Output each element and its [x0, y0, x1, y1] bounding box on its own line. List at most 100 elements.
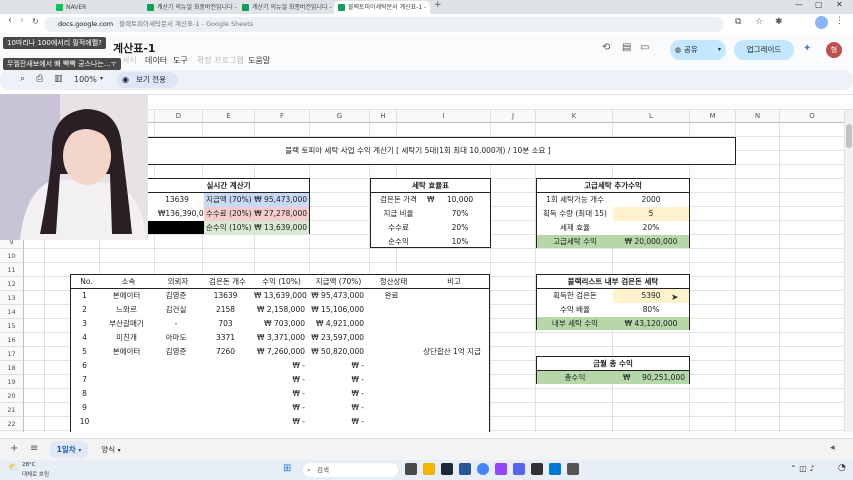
row-header[interactable]: 11 — [0, 263, 24, 277]
row-header[interactable]: 16 — [0, 333, 24, 347]
new-tab-button[interactable]: + — [434, 0, 442, 10]
share-label: 공유 — [684, 45, 698, 54]
scrollbar-thumb[interactable] — [846, 124, 852, 148]
realtime-count[interactable]: 13639 — [148, 193, 206, 207]
log-cell — [155, 359, 197, 373]
column-header[interactable]: J — [491, 110, 536, 123]
browser-tab[interactable]: NAVER — [52, 1, 142, 14]
gemini-icon[interactable]: ✦ — [803, 43, 811, 54]
chat-text: 무찔잔새보에서 빠 빡빡 궁스나는...ㅜ — [7, 60, 117, 68]
grid-vline — [490, 123, 491, 432]
discord-icon[interactable] — [513, 463, 525, 475]
document-title[interactable]: 계산표-1 — [113, 40, 156, 56]
browser-tab[interactable]: 계산기 의뉴얼 최종버전입니다 - — [238, 1, 332, 14]
column-header[interactable]: G — [310, 110, 370, 123]
row-header[interactable]: 23 — [0, 431, 24, 432]
row-header[interactable]: 12 — [0, 277, 24, 291]
paint-format-icon[interactable]: ▥ — [54, 74, 63, 84]
start-icon[interactable]: ⊞ — [283, 463, 291, 474]
menu-extensions[interactable]: 확장 프로그램 — [197, 55, 244, 66]
bookmark-star-icon[interactable]: ☆ — [755, 17, 763, 27]
search-menus-icon[interactable]: ⌕ — [20, 74, 25, 84]
menu-data[interactable]: 데이터 — [145, 55, 167, 66]
minimize-button[interactable]: — — [795, 0, 803, 9]
notification-icon[interactable]: ◔ — [838, 463, 846, 473]
browser-tab[interactable]: 계산기 의뉴얼 최종버전입니다 - — [143, 1, 237, 14]
weather-temp[interactable]: 28°C — [22, 462, 36, 468]
task-view-icon[interactable] — [405, 463, 417, 475]
edge-icon[interactable] — [549, 463, 561, 475]
forward-icon[interactable]: › — [20, 15, 24, 26]
maximize-button[interactable]: ▢ — [815, 0, 823, 9]
obs-icon[interactable] — [531, 463, 543, 475]
taskbar-search[interactable]: ⌕ 검색 — [303, 463, 398, 477]
print-icon[interactable]: ⎙ — [36, 74, 43, 84]
upgrade-button[interactable]: 업그레이드 — [734, 40, 794, 60]
column-header[interactable]: N — [736, 110, 780, 123]
address-bar[interactable]: docs.google.com 블랙토피아세탁문서 계산표-1 - Google… — [44, 17, 724, 32]
log-cell: 김건실 — [165, 305, 187, 314]
log-cell — [368, 415, 415, 429]
browser-tab-active[interactable]: 블랙토피아세탁문서 계산표-1 - — [334, 1, 430, 14]
net-value: ₩ 13,639,000 — [254, 223, 307, 232]
zoom-select[interactable]: 100% — [74, 75, 97, 84]
profile-avatar[interactable] — [815, 16, 828, 29]
efficiency-value: 10,000 — [446, 195, 474, 204]
view-only-chip[interactable]: ◉ 보기 전용 — [116, 72, 178, 88]
meet-icon[interactable]: ▭ — [640, 42, 649, 53]
log-cell: 13639 — [213, 291, 238, 300]
close-window-button[interactable]: ✕ — [836, 0, 843, 9]
log-cell: ₩ 50,820,000 — [311, 347, 364, 356]
row-header[interactable]: 15 — [0, 319, 24, 333]
add-sheet-icon[interactable]: + — [10, 443, 18, 454]
puzzle-icon[interactable]: ✱ — [775, 17, 783, 27]
realtime-total: ₩136,390,00 — [158, 209, 206, 218]
menu-format[interactable]: 서식 — [122, 55, 137, 66]
share-button[interactable]: ◍ 공유 ▾ — [670, 40, 726, 60]
browser-menu-icon[interactable]: ⋮ — [835, 16, 844, 26]
row-header[interactable]: 14 — [0, 305, 24, 319]
row-header[interactable]: 21 — [0, 403, 24, 417]
log-header-cell: 정산상태 — [368, 275, 419, 289]
explore-icon[interactable]: ◂ — [830, 443, 835, 453]
back-icon[interactable]: ‹ — [8, 15, 12, 26]
vertical-scrollbar[interactable] — [845, 110, 853, 432]
column-header[interactable]: M — [690, 110, 736, 123]
log-header-cell: No. — [71, 275, 102, 289]
search-label: 검색 — [317, 466, 329, 474]
row-header[interactable]: 18 — [0, 361, 24, 375]
all-sheets-icon[interactable]: ≡ — [30, 443, 38, 454]
extensions-icon[interactable]: ⧉ — [735, 17, 741, 27]
row-header[interactable]: 20 — [0, 389, 24, 403]
twitch-icon[interactable] — [495, 463, 507, 475]
menu-tools[interactable]: 도구 — [173, 55, 188, 66]
steam-icon[interactable] — [441, 463, 453, 475]
row-header[interactable]: 17 — [0, 347, 24, 361]
history-icon[interactable]: ⟲ — [602, 42, 610, 53]
row-header[interactable]: 22 — [0, 417, 24, 431]
column-header[interactable]: E — [203, 110, 255, 123]
row-header[interactable]: 19 — [0, 375, 24, 389]
advanced-value[interactable]: 5 — [613, 207, 689, 221]
account-avatar[interactable]: 형 — [826, 42, 842, 58]
column-header[interactable]: K — [536, 110, 613, 123]
column-header[interactable]: O — [780, 110, 845, 123]
column-header[interactable]: I — [397, 110, 491, 123]
sheet-tab[interactable]: 양식 ▾ — [95, 441, 127, 458]
row-header[interactable]: 13 — [0, 291, 24, 305]
column-header[interactable]: L — [613, 110, 690, 123]
chrome-icon[interactable] — [477, 463, 489, 475]
log-cell: 703 — [218, 319, 233, 328]
menu-help[interactable]: 도움말 — [248, 55, 270, 66]
column-header[interactable]: H — [370, 110, 397, 123]
tray-icons[interactable]: ⌃ ◫ ♪ — [790, 464, 814, 473]
sheet-tab-active[interactable]: 1일차 ▾ — [50, 441, 88, 458]
reload-icon[interactable]: ↻ — [32, 17, 39, 26]
column-header[interactable]: D — [155, 110, 203, 123]
column-header[interactable]: F — [255, 110, 310, 123]
app-icon[interactable] — [567, 463, 579, 475]
row-header[interactable]: 10 — [0, 249, 24, 263]
app-icon[interactable] — [459, 463, 471, 475]
file-explorer-icon[interactable] — [423, 463, 435, 475]
comments-icon[interactable]: ▤ — [622, 42, 631, 53]
